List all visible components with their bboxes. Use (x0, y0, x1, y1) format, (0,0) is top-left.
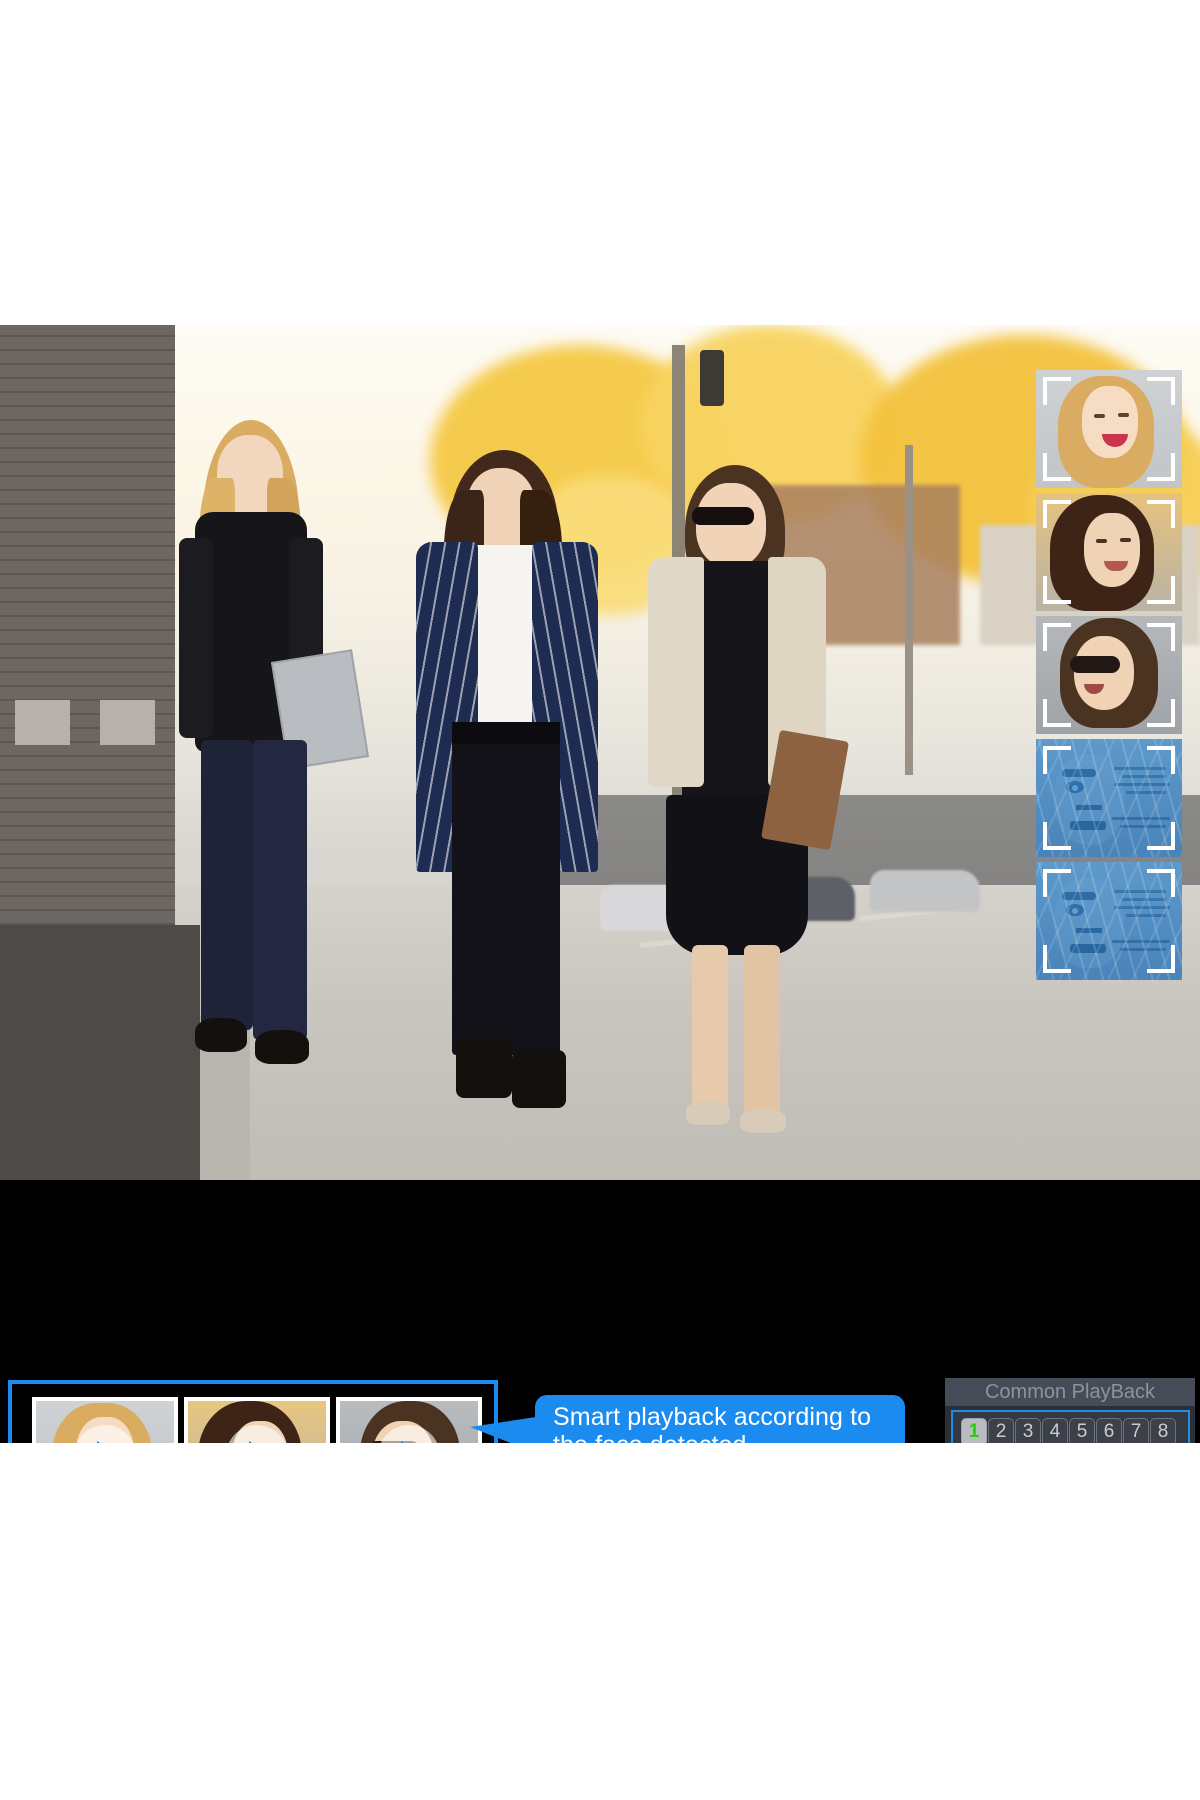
person-1 (155, 420, 375, 1080)
person-3-leg-left (692, 945, 728, 1110)
scene-car-3 (870, 870, 980, 912)
nvr-device-screen: Smart playback according to the face det… (0, 325, 1200, 1443)
person-3 (640, 465, 870, 1155)
scene-pole-2 (905, 445, 913, 775)
channel-button-5[interactable]: 5 (1069, 1418, 1095, 1443)
detect-bracket-tr-icon (1147, 869, 1175, 897)
face-capture-card-3[interactable] (1036, 616, 1182, 734)
detect-bracket-tr-icon (1147, 500, 1175, 528)
person-3-shoe-left (686, 1101, 730, 1125)
play-icon (400, 1441, 425, 1443)
scene-brick-wall (0, 325, 175, 965)
detect-bracket-br-icon (1147, 822, 1175, 850)
channel-button-8[interactable]: 8 (1150, 1418, 1176, 1443)
callout-line-1: Smart playback according to (553, 1403, 872, 1431)
person-1-arm-left (179, 538, 213, 738)
face-capture-card-5[interactable] (1036, 862, 1182, 980)
channel-button-2[interactable]: 2 (988, 1418, 1014, 1443)
common-playback-title: Common PlayBack (945, 1378, 1195, 1406)
detect-bracket-br-icon (1147, 699, 1175, 727)
detect-bracket-bl-icon (1043, 699, 1071, 727)
detect-bracket-tr-icon (1147, 746, 1175, 774)
person-2-shoe-left (456, 1038, 512, 1098)
smart-thumb-3[interactable] (336, 1397, 482, 1443)
screenshot-root: Smart playback according to the face det… (0, 0, 1200, 1800)
person-3-head (696, 483, 766, 567)
person-1-shoe-right (255, 1030, 309, 1064)
detect-bracket-tl-icon (1043, 869, 1071, 897)
play-icon (96, 1441, 121, 1443)
channel-button-7[interactable]: 7 (1123, 1418, 1149, 1443)
channel-button-4[interactable]: 4 (1042, 1418, 1068, 1443)
detect-bracket-bl-icon (1043, 576, 1071, 604)
face-capture-card-2[interactable] (1036, 493, 1182, 611)
person-2-belt (452, 722, 560, 744)
face-capture-card-1[interactable] (1036, 370, 1182, 488)
face-capture-card-4[interactable] (1036, 739, 1182, 857)
common-playback-panel[interactable]: Common PlayBack 12345678 All (945, 1378, 1195, 1443)
callout-line-2: the face detected (553, 1431, 747, 1443)
person-3-shoe-right (740, 1109, 786, 1133)
person-1-leg-right (253, 740, 307, 1040)
person-2 (400, 450, 630, 1150)
detect-bracket-br-icon (1147, 453, 1175, 481)
person-1-shoe-left (195, 1018, 247, 1052)
channel-button-6[interactable]: 6 (1096, 1418, 1122, 1443)
smart-thumb-2[interactable] (184, 1397, 330, 1443)
channel-button-row[interactable]: 12345678 (961, 1418, 1180, 1443)
play-icon (248, 1441, 273, 1443)
common-playback-body[interactable]: 12345678 All (951, 1410, 1190, 1443)
callout-tail (470, 1417, 536, 1443)
scene-traffic-light (700, 350, 724, 406)
callout-bubble: Smart playback according to the face det… (535, 1395, 905, 1443)
scene-window-panel-2 (100, 700, 155, 745)
detect-bracket-tl-icon (1043, 746, 1071, 774)
person-3-jacket-l (648, 557, 704, 787)
detect-bracket-tl-icon (1043, 623, 1071, 651)
scene-window-panel (15, 700, 70, 745)
detect-bracket-bl-icon (1043, 822, 1071, 850)
face-capture-panel[interactable] (1036, 370, 1182, 985)
detect-bracket-tr-icon (1147, 377, 1175, 405)
smart-thumb-1[interactable] (32, 1397, 178, 1443)
detect-bracket-br-icon (1147, 945, 1175, 973)
channel-button-3[interactable]: 3 (1015, 1418, 1041, 1443)
smart-playback-strip[interactable] (8, 1380, 498, 1443)
live-video-scene[interactable] (0, 325, 1200, 1180)
detect-bracket-bl-icon (1043, 945, 1071, 973)
person-2-shoe-right (512, 1050, 566, 1108)
person-3-leg-right (744, 945, 780, 1115)
person-1-leg-left (201, 740, 253, 1030)
person-3-sunglasses (692, 507, 754, 525)
person-2-trousers (452, 725, 560, 1055)
detect-bracket-bl-icon (1043, 453, 1071, 481)
detect-bracket-br-icon (1147, 576, 1175, 604)
callout-text: Smart playback according to the face det… (553, 1403, 871, 1443)
detect-bracket-tl-icon (1043, 500, 1071, 528)
channel-button-1[interactable]: 1 (961, 1418, 987, 1443)
detect-bracket-tr-icon (1147, 623, 1175, 651)
detect-bracket-tl-icon (1043, 377, 1071, 405)
